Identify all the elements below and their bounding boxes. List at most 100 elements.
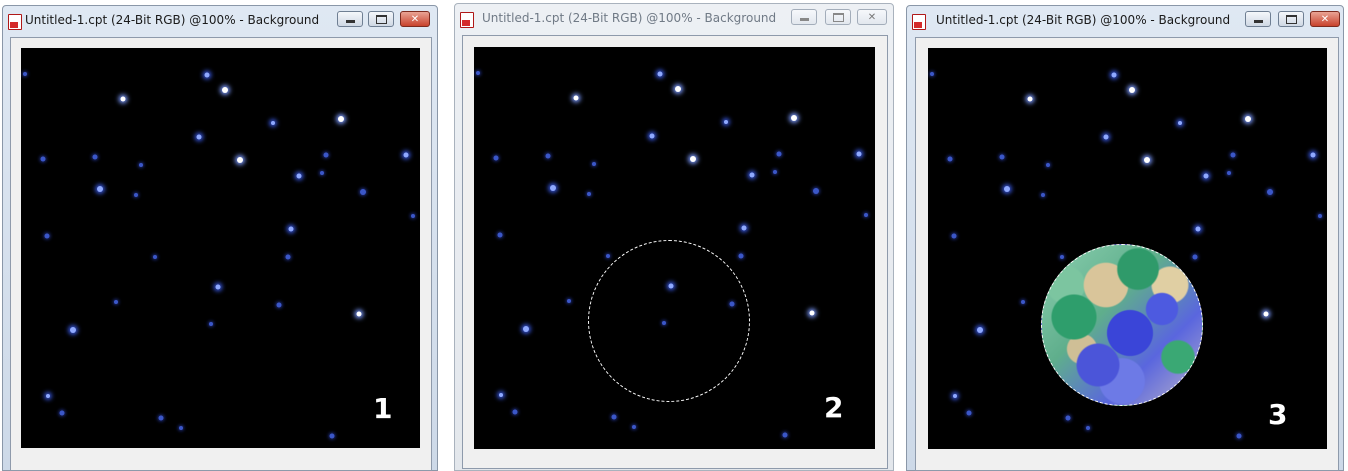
circular-selection-marquee[interactable] [588, 240, 750, 402]
star [567, 299, 571, 303]
star [1041, 193, 1045, 197]
minimize-button[interactable] [337, 11, 363, 27]
star [953, 394, 957, 398]
star [134, 193, 138, 197]
star [632, 425, 636, 429]
star [70, 327, 76, 333]
minimize-button[interactable] [1245, 11, 1271, 27]
corel-document-icon [460, 12, 474, 28]
star [338, 116, 344, 122]
star [675, 86, 681, 92]
planet-fill-selection[interactable] [1041, 244, 1203, 406]
star [791, 115, 797, 121]
star [1046, 163, 1050, 167]
close-icon: ✕ [867, 11, 877, 23]
star [476, 71, 480, 75]
star [114, 300, 118, 304]
star [523, 326, 529, 332]
star [204, 72, 210, 78]
star [209, 322, 213, 326]
minimize-button[interactable] [791, 9, 817, 25]
star [1236, 433, 1242, 439]
star [92, 154, 98, 160]
panel-number: 3 [1268, 398, 1288, 431]
star [499, 393, 503, 397]
panel-number: 1 [373, 392, 393, 425]
star [776, 151, 782, 157]
star [403, 152, 409, 158]
star [587, 192, 591, 196]
maximize-button[interactable] [1278, 11, 1304, 27]
corel-document-icon [8, 14, 22, 30]
star [179, 426, 183, 430]
star [46, 394, 50, 398]
star [1129, 87, 1135, 93]
star [158, 415, 164, 421]
star [592, 162, 596, 166]
image-canvas[interactable]: 3 [928, 48, 1327, 449]
star [1004, 186, 1010, 192]
star [1263, 311, 1269, 317]
star [930, 72, 934, 76]
star [1203, 173, 1209, 179]
close-button[interactable]: ✕ [400, 11, 430, 27]
star [497, 232, 503, 238]
star [44, 233, 50, 239]
minimize-icon [345, 20, 355, 23]
close-button[interactable]: ✕ [1310, 11, 1340, 27]
star [1230, 152, 1236, 158]
star [856, 151, 862, 157]
document-window-2[interactable]: Untitled-1.cpt (24-Bit RGB) @100% - Back… [454, 3, 894, 471]
star [749, 172, 755, 178]
star [153, 255, 157, 259]
star [215, 284, 221, 290]
star [1144, 157, 1150, 163]
star [296, 173, 302, 179]
maximize-button[interactable] [368, 11, 394, 27]
star [951, 233, 957, 239]
title-bar[interactable]: Untitled-1.cpt (24-Bit RGB) @100% - Back… [455, 4, 893, 32]
star [1027, 96, 1033, 102]
maximize-icon [832, 12, 844, 22]
title-bar[interactable]: Untitled-1.cpt (24-Bit RGB) @100% - Back… [907, 6, 1343, 34]
star [97, 186, 103, 192]
star [966, 410, 972, 416]
star [809, 310, 815, 316]
star [782, 432, 788, 438]
minimize-icon [799, 18, 809, 21]
image-canvas[interactable]: 2 [474, 47, 875, 449]
star [738, 253, 744, 259]
star [276, 302, 282, 308]
window-title: Untitled-1.cpt (24-Bit RGB) @100% - Back… [25, 13, 320, 27]
star [1310, 152, 1316, 158]
image-canvas[interactable]: 1 [21, 48, 420, 448]
star [237, 157, 243, 163]
document-window-3[interactable]: Untitled-1.cpt (24-Bit RGB) @100% - Back… [906, 5, 1344, 471]
star [977, 327, 983, 333]
star [999, 154, 1005, 160]
title-bar[interactable]: Untitled-1.cpt (24-Bit RGB) @100% - Back… [3, 6, 437, 34]
star [356, 311, 362, 317]
star [40, 156, 46, 162]
maximize-button[interactable] [825, 9, 851, 25]
star [59, 410, 65, 416]
star [1245, 116, 1251, 122]
document-window-1[interactable]: Untitled-1.cpt (24-Bit RGB) @100% - Back… [2, 5, 438, 471]
star [360, 189, 366, 195]
close-button[interactable]: ✕ [857, 9, 887, 25]
star [271, 121, 275, 125]
star [288, 226, 294, 232]
star [1227, 171, 1231, 175]
star [545, 153, 551, 159]
corel-document-icon [912, 14, 926, 30]
star [947, 156, 953, 162]
star [1195, 226, 1201, 232]
maximize-icon [375, 14, 387, 24]
star [320, 171, 324, 175]
star [813, 188, 819, 194]
star [1318, 214, 1322, 218]
star [864, 213, 868, 217]
star [1060, 255, 1064, 259]
star [411, 214, 415, 218]
star [606, 254, 610, 258]
